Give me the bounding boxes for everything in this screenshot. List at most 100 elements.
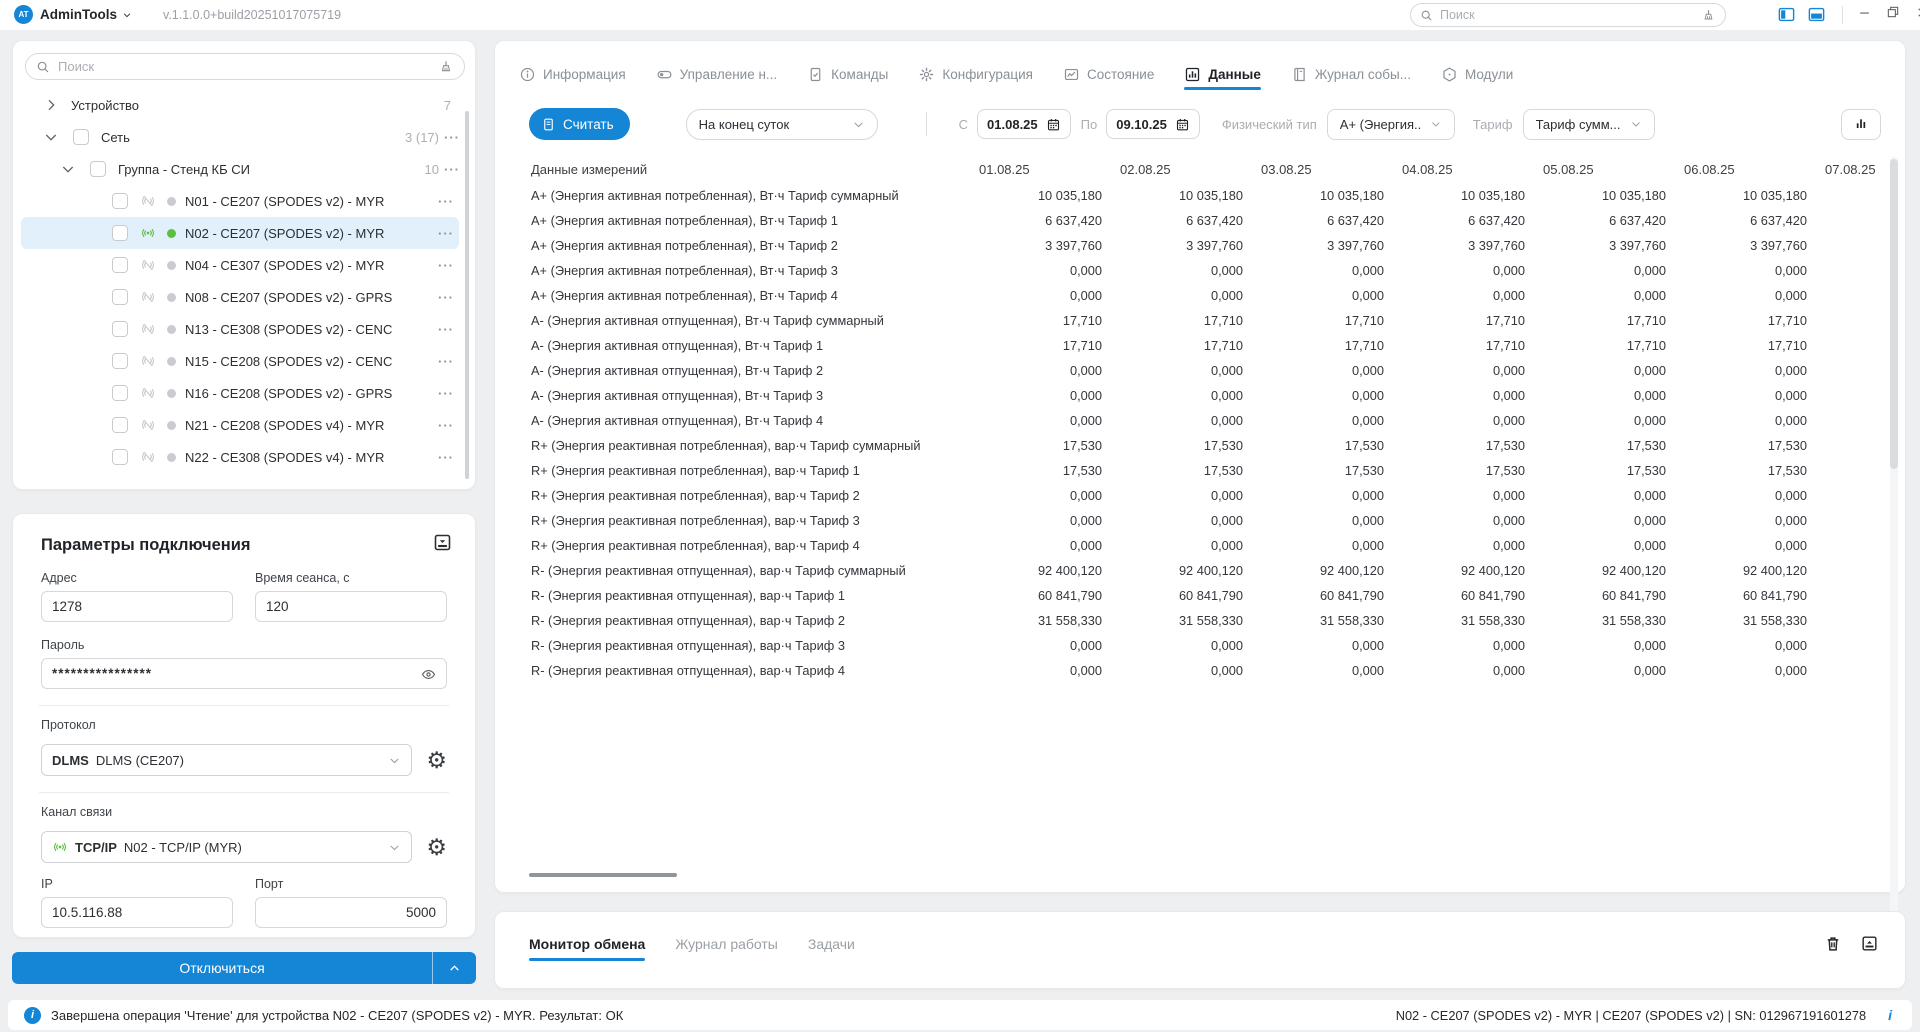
tab-journal[interactable]: Журнал собы... bbox=[1291, 66, 1411, 83]
table-date-header[interactable]: 01.08.25 bbox=[969, 162, 1110, 177]
show-password-icon[interactable] bbox=[420, 666, 437, 683]
checkbox[interactable] bbox=[112, 353, 128, 369]
table-date-header[interactable]: 03.08.25 bbox=[1251, 162, 1392, 177]
table-horizontal-scrollbar-thumb[interactable] bbox=[529, 873, 677, 877]
tab-info[interactable]: Информация bbox=[519, 66, 626, 83]
channel-settings-gear-icon[interactable]: ⚙ bbox=[426, 837, 447, 857]
tree-node-device-root[interactable]: Устройство 7 bbox=[13, 89, 465, 121]
table-row[interactable]: A+ (Энергия активная потребленная), Вт·ч… bbox=[529, 258, 1881, 283]
restore-button[interactable] bbox=[1885, 4, 1901, 20]
checkbox[interactable] bbox=[90, 161, 106, 177]
table-row[interactable]: R+ (Энергия реактивная потребленная), ва… bbox=[529, 508, 1881, 533]
device-row[interactable]: N13 - CE308 (SPODES v2) - CENC··· bbox=[21, 313, 459, 345]
table-row[interactable]: R- (Энергия реактивная отпущенная), вар·… bbox=[529, 558, 1881, 583]
table-row[interactable]: A+ (Энергия активная потребленная), Вт·ч… bbox=[529, 233, 1881, 258]
table-date-header[interactable]: 04.08.25 bbox=[1392, 162, 1533, 177]
close-button[interactable] bbox=[1914, 4, 1920, 20]
node-menu-button[interactable]: ··· bbox=[439, 162, 465, 177]
device-menu-button[interactable]: ··· bbox=[433, 258, 459, 273]
port-input[interactable] bbox=[255, 897, 447, 928]
tab-nav[interactable]: Управление н... bbox=[656, 66, 778, 83]
table-row[interactable]: R+ (Энергия реактивная потребленная), ва… bbox=[529, 458, 1881, 483]
tree-scrollbar[interactable] bbox=[465, 111, 469, 479]
device-row[interactable]: N21 - CE208 (SPODES v4) - MYR··· bbox=[21, 409, 459, 441]
bottom-panel-toggle-icon[interactable] bbox=[1806, 5, 1827, 24]
password-input[interactable] bbox=[41, 658, 447, 689]
device-row[interactable]: N01 - CE207 (SPODES v2) - MYR··· bbox=[21, 185, 459, 217]
device-menu-button[interactable]: ··· bbox=[433, 450, 459, 465]
tab-modules[interactable]: Модули bbox=[1441, 66, 1513, 83]
table-row[interactable]: A+ (Энергия активная потребленная), Вт·ч… bbox=[529, 183, 1881, 208]
period-select[interactable]: На конец суток bbox=[686, 109, 878, 140]
app-menu[interactable]: AdminTools bbox=[40, 7, 132, 22]
bottom-tab-0[interactable]: Монитор обмена bbox=[529, 936, 645, 952]
collapse-panel-icon[interactable] bbox=[1860, 934, 1879, 953]
table-row[interactable]: R- (Энергия реактивная отпущенная), вар·… bbox=[529, 658, 1881, 683]
checkbox[interactable] bbox=[112, 449, 128, 465]
table-row[interactable]: A- (Энергия активная отпущенная), Вт·ч Т… bbox=[529, 383, 1881, 408]
ip-input[interactable] bbox=[41, 897, 233, 928]
table-row[interactable]: R- (Энергия реактивная отпущенная), вар·… bbox=[529, 583, 1881, 608]
protocol-settings-gear-icon[interactable]: ⚙ bbox=[426, 750, 447, 770]
table-row[interactable]: R+ (Энергия реактивная потребленная), ва… bbox=[529, 433, 1881, 458]
tree-node-group[interactable]: Группа - Стенд КБ СИ 10 ··· bbox=[13, 153, 465, 185]
session-time-input[interactable] bbox=[255, 591, 447, 622]
table-row[interactable]: A+ (Энергия активная потребленная), Вт·ч… bbox=[529, 208, 1881, 233]
bottom-tab-2[interactable]: Задачи bbox=[808, 936, 855, 952]
clear-broom-icon[interactable] bbox=[438, 59, 454, 75]
date-to-field[interactable]: 09.10.25 bbox=[1106, 109, 1200, 139]
tab-commands[interactable]: Команды bbox=[807, 66, 888, 83]
phys-type-select[interactable]: A+ (Энергия... bbox=[1327, 109, 1455, 140]
table-date-header[interactable]: 07.08.25 bbox=[1815, 162, 1881, 177]
table-row[interactable]: A- (Энергия активная отпущенная), Вт·ч Т… bbox=[529, 308, 1881, 333]
trash-icon[interactable] bbox=[1824, 935, 1842, 953]
disconnect-options-button[interactable] bbox=[432, 952, 476, 984]
device-menu-button[interactable]: ··· bbox=[433, 354, 459, 369]
protocol-select[interactable]: DLMS DLMS (CE207) bbox=[41, 744, 412, 776]
chevron-down-icon[interactable] bbox=[43, 129, 59, 145]
table-row[interactable]: A+ (Энергия активная потребленная), Вт·ч… bbox=[529, 283, 1881, 308]
node-menu-button[interactable]: ··· bbox=[439, 130, 465, 145]
minimize-button[interactable] bbox=[1856, 4, 1872, 20]
bottom-tab-1[interactable]: Журнал работы bbox=[675, 936, 778, 952]
table-date-header[interactable]: 05.08.25 bbox=[1533, 162, 1674, 177]
clear-broom-icon[interactable] bbox=[1701, 8, 1716, 23]
collapse-panel-icon[interactable] bbox=[432, 532, 453, 553]
table-row[interactable]: R+ (Энергия реактивная потребленная), ва… bbox=[529, 533, 1881, 558]
checkbox[interactable] bbox=[112, 193, 128, 209]
device-menu-button[interactable]: ··· bbox=[433, 194, 459, 209]
global-search-input[interactable] bbox=[1440, 8, 1701, 22]
table-row[interactable]: R- (Энергия реактивная отпущенная), вар·… bbox=[529, 608, 1881, 633]
checkbox[interactable] bbox=[73, 129, 89, 145]
chart-view-button[interactable] bbox=[1841, 109, 1881, 140]
tariff-select[interactable]: Тариф сумм... bbox=[1523, 109, 1655, 140]
device-menu-button[interactable]: ··· bbox=[433, 226, 459, 241]
device-row[interactable]: N04 - CE307 (SPODES v2) - MYR··· bbox=[21, 249, 459, 281]
table-date-header[interactable]: 02.08.25 bbox=[1110, 162, 1251, 177]
table-row[interactable]: A- (Энергия активная отпущенная), Вт·ч Т… bbox=[529, 408, 1881, 433]
table-row[interactable]: A- (Энергия активная отпущенная), Вт·ч Т… bbox=[529, 333, 1881, 358]
table-vertical-scrollbar-thumb[interactable] bbox=[1890, 159, 1898, 469]
device-row[interactable]: N15 - CE208 (SPODES v2) - CENC··· bbox=[21, 345, 459, 377]
table-row[interactable]: R+ (Энергия реактивная потребленная), ва… bbox=[529, 483, 1881, 508]
checkbox[interactable] bbox=[112, 225, 128, 241]
tree-node-network[interactable]: Сеть 3 (17) ··· bbox=[13, 121, 465, 153]
tab-config[interactable]: Конфигурация bbox=[918, 66, 1033, 83]
device-details-icon[interactable]: i bbox=[1888, 1007, 1892, 1023]
device-row[interactable]: N16 - CE208 (SPODES v2) - GPRS··· bbox=[21, 377, 459, 409]
chevron-right-icon[interactable] bbox=[43, 97, 59, 113]
tab-data[interactable]: Данные bbox=[1184, 66, 1260, 83]
chevron-down-icon[interactable] bbox=[60, 161, 76, 177]
left-panel-toggle-icon[interactable] bbox=[1776, 5, 1797, 24]
checkbox[interactable] bbox=[112, 257, 128, 273]
channel-select[interactable]: TCP/IP N02 - TCP/IP (MYR) bbox=[41, 831, 412, 863]
address-input[interactable] bbox=[41, 591, 233, 622]
disconnect-button[interactable]: Отключиться bbox=[12, 952, 432, 984]
device-menu-button[interactable]: ··· bbox=[433, 418, 459, 433]
read-button[interactable]: Считать bbox=[529, 108, 630, 140]
tree-search-input[interactable] bbox=[58, 59, 438, 74]
date-from-field[interactable]: 01.08.25 bbox=[977, 109, 1071, 139]
checkbox[interactable] bbox=[112, 321, 128, 337]
tab-state[interactable]: Состояние bbox=[1063, 66, 1154, 83]
table-row[interactable]: R- (Энергия реактивная отпущенная), вар·… bbox=[529, 633, 1881, 658]
